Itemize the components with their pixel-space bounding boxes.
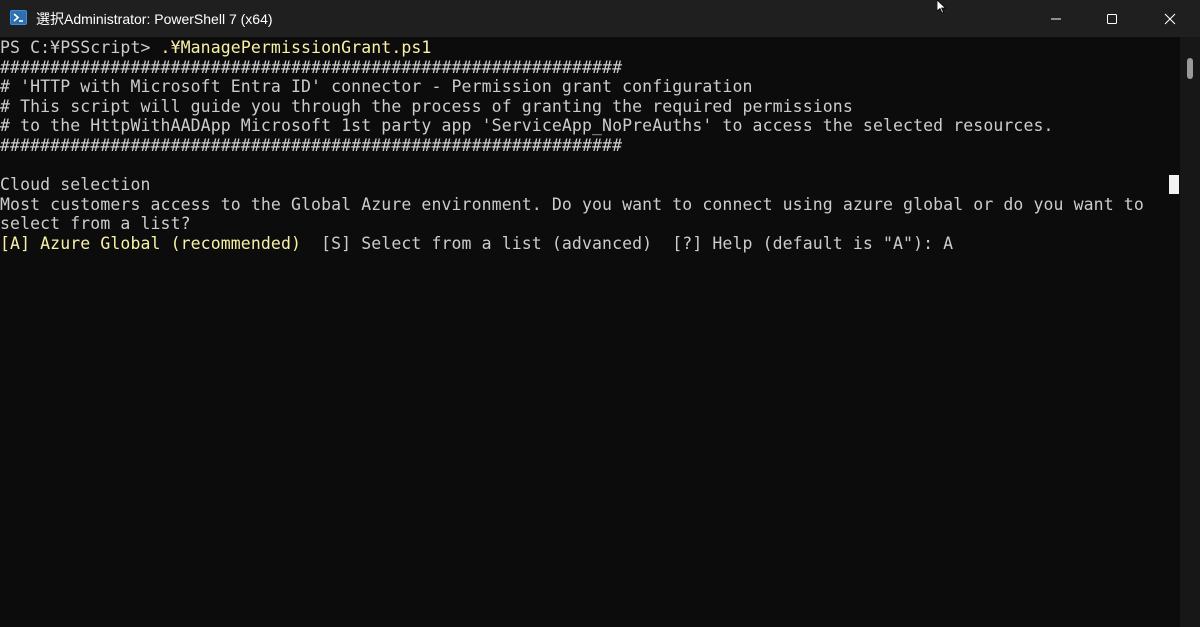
comment-line-3: # to the HttpWithAADApp Microsoft 1st pa… [0,116,1054,135]
section-title: Cloud selection [0,175,151,194]
mouse-pointer-icon [937,0,947,14]
close-button[interactable] [1141,0,1199,37]
window-title: 選択Administrator: PowerShell 7 (x64) [36,11,273,27]
comment-line-1: # 'HTTP with Microsoft Entra ID' connect… [0,77,753,96]
powershell-icon [10,10,27,25]
prompt-text: PS C:¥PSScript> [0,38,161,57]
close-icon [1164,13,1176,24]
prompt-line: PS C:¥PSScript> .¥ManagePermissionGrant.… [0,38,431,58]
default-choice: [A] Azure Global (recommended) [0,234,302,253]
comment-line-2: # This script will guide you through the… [0,97,853,116]
scrollbar-thumb[interactable] [1187,58,1193,79]
hash-separator-bottom: ########################################… [0,136,623,155]
console-output[interactable]: PS C:¥PSScript> .¥ManagePermissionGrant.… [0,37,1180,627]
question-line-1: Most customers access to the Global Azur… [0,195,1144,214]
command-text: .¥ManagePermissionGrant.ps1 [160,38,432,57]
hash-separator-top: ########################################… [0,58,623,77]
other-choices: [S] Select from a list (advanced) [?] He… [301,234,954,253]
maximize-button[interactable] [1083,0,1141,37]
vertical-scrollbar[interactable] [1180,37,1200,627]
question-line-2: select from a list? [0,214,191,233]
powershell-window: 選択Administrator: PowerShell 7 (x64) PS C… [0,0,1200,627]
choice-line: [A] Azure Global (recommended) [S] Selec… [0,234,953,254]
title-bar[interactable]: 選択Administrator: PowerShell 7 (x64) [0,0,1200,37]
minimize-icon [1051,18,1061,19]
text-cursor [1169,175,1179,194]
minimize-button[interactable] [1027,0,1085,37]
maximize-icon [1107,13,1117,24]
